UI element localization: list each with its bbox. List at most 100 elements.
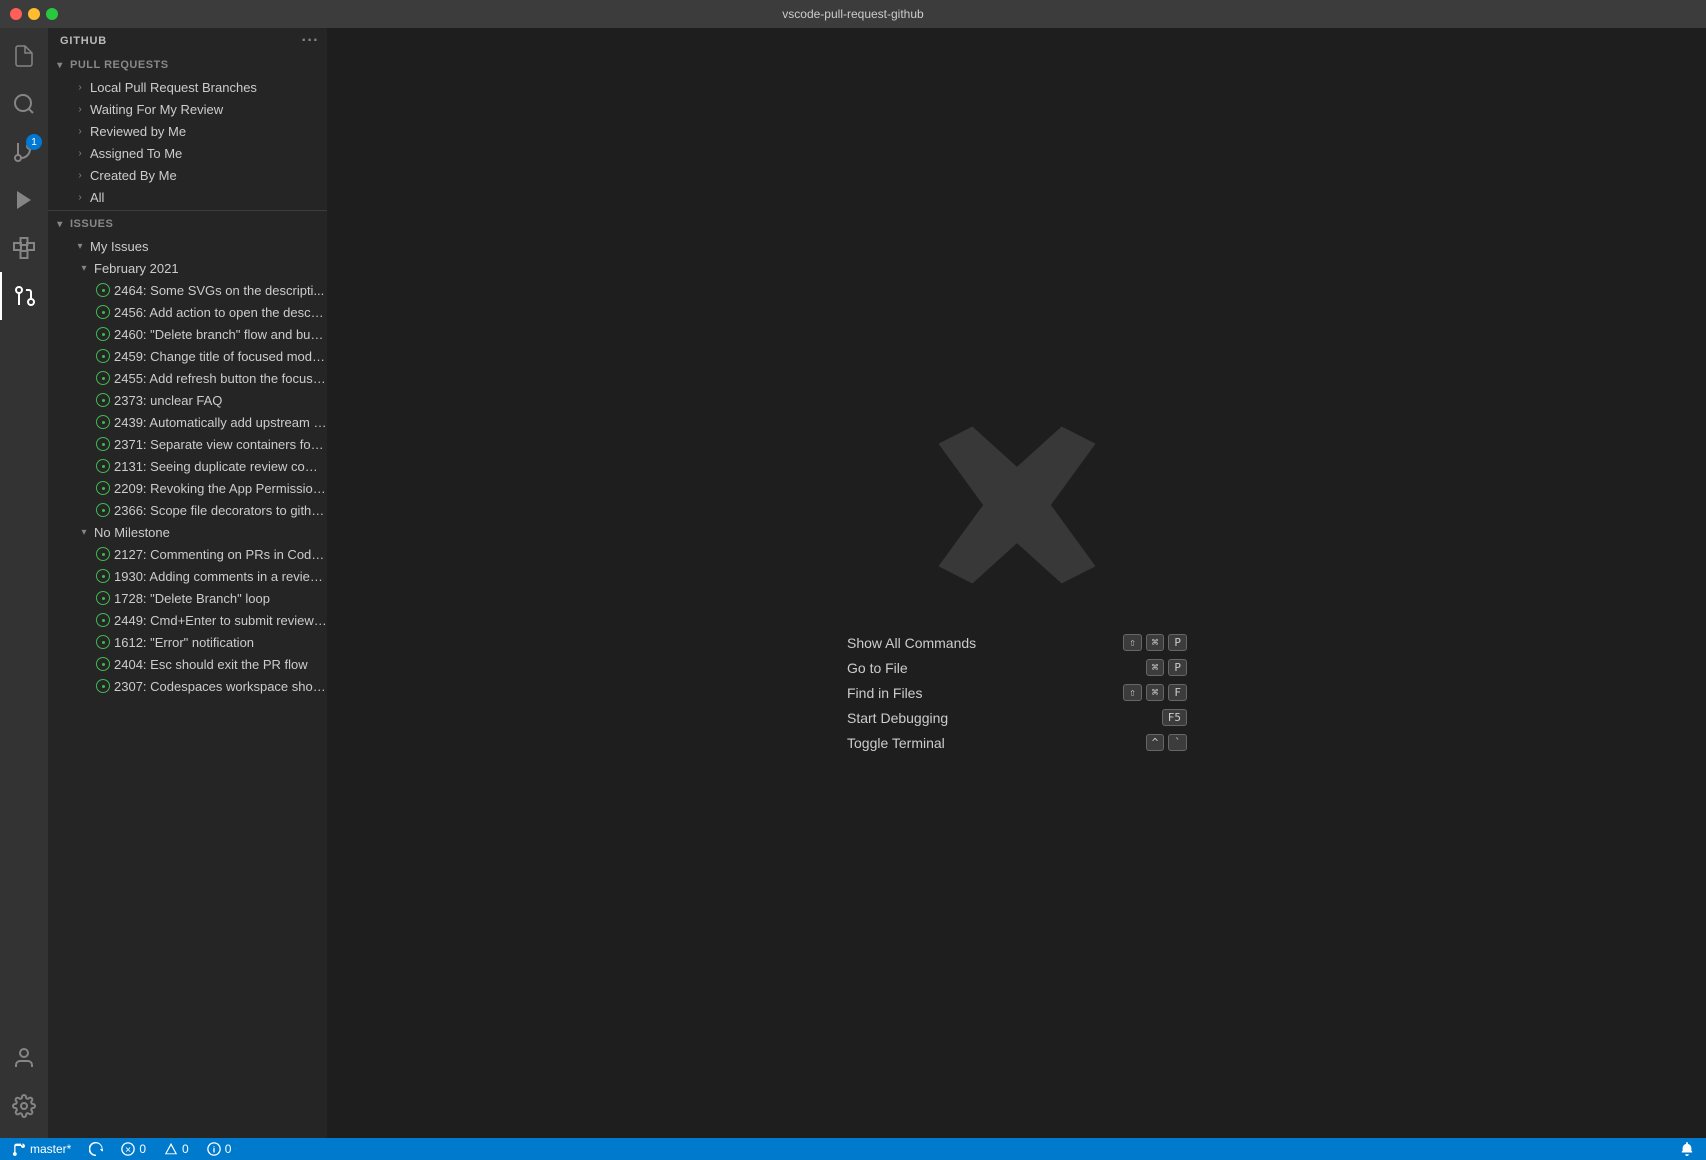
branch-icon: [12, 1142, 26, 1156]
issue-open-icon: [96, 305, 110, 319]
accounts-icon: [12, 1046, 36, 1070]
extensions-icon: [12, 236, 36, 260]
issue-2459[interactable]: 2459: Change title of focused mode vi...: [48, 345, 327, 367]
issue-open-icon: [96, 679, 110, 693]
error-count: 0: [139, 1142, 146, 1156]
issue-2404[interactable]: 2404: Esc should exit the PR flow: [48, 653, 327, 675]
more-icon[interactable]: ···: [302, 32, 319, 50]
activity-settings[interactable]: [0, 1082, 48, 1130]
chevron-down-icon: ▾: [52, 216, 68, 232]
issue-open-icon: [96, 437, 110, 451]
activity-run[interactable]: [0, 176, 48, 224]
issue-2307[interactable]: 2307: Codespaces workspace shows n...: [48, 675, 327, 697]
issue-open-icon: [96, 547, 110, 561]
issue-2449[interactable]: 2449: Cmd+Enter to submit review in f...: [48, 609, 327, 631]
issue-2131[interactable]: 2131: Seeing duplicate review commen...: [48, 455, 327, 477]
chevron-down-icon: ▾: [76, 260, 92, 276]
activity-pull-requests[interactable]: [0, 272, 48, 320]
issue-1728[interactable]: 1728: "Delete Branch" loop: [48, 587, 327, 609]
issue-open-icon: [96, 569, 110, 583]
issue-2209[interactable]: 2209: Revoking the App Permissions i...: [48, 477, 327, 499]
statusbar-warnings[interactable]: 0: [160, 1138, 193, 1160]
issues-no-milestone[interactable]: ▾ No Milestone: [48, 521, 327, 543]
pr-assigned-to-me[interactable]: › Assigned To Me: [48, 142, 327, 164]
issue-2373[interactable]: 2373: unclear FAQ: [48, 389, 327, 411]
chevron-down-icon: ▾: [76, 524, 92, 540]
issues-february-2021[interactable]: ▾ February 2021: [48, 257, 327, 279]
issue-open-icon: [96, 393, 110, 407]
activity-source-control[interactable]: 1: [0, 128, 48, 176]
vscode-logo-wrapper: [927, 415, 1107, 598]
maximize-button[interactable]: [46, 8, 58, 20]
bell-icon: [1680, 1142, 1694, 1156]
minimize-button[interactable]: [28, 8, 40, 20]
chevron-right-icon: ›: [72, 123, 88, 139]
command-go-to-file[interactable]: Go to File ⌘ P: [847, 659, 1187, 676]
command-find-in-files[interactable]: Find in Files ⇧ ⌘ F: [847, 684, 1187, 701]
svg-text:✕: ✕: [125, 1146, 132, 1155]
titlebar: vscode-pull-request-github: [0, 0, 1706, 28]
settings-icon: [12, 1094, 36, 1118]
pull-requests-header: GITHUB ···: [48, 28, 327, 54]
warning-count: 0: [182, 1142, 189, 1156]
statusbar-sync[interactable]: [85, 1138, 107, 1160]
issue-open-icon: [96, 415, 110, 429]
issue-open-icon: [96, 327, 110, 341]
window-title: vscode-pull-request-github: [782, 7, 923, 21]
command-keys-go-to-file: ⌘ P: [1146, 659, 1187, 676]
statusbar-bell[interactable]: [1676, 1138, 1698, 1160]
command-keys-terminal: ^ `: [1146, 734, 1187, 751]
info-count: 0: [225, 1142, 232, 1156]
activity-accounts[interactable]: [0, 1034, 48, 1082]
issue-2456[interactable]: 2456: Add action to open the descripti..…: [48, 301, 327, 323]
activity-explorer[interactable]: [0, 32, 48, 80]
statusbar-right: [1676, 1138, 1698, 1160]
issue-2366[interactable]: 2366: Scope file decorators to github ..…: [48, 499, 327, 521]
vscode-logo-icon: [927, 415, 1107, 595]
pr-reviewed-by-me[interactable]: › Reviewed by Me: [48, 120, 327, 142]
command-keys-debug: F5: [1162, 709, 1187, 726]
sidebar-issues-scroll[interactable]: ▾ ISSUES ▾ My Issues ▾ February 2021 246…: [48, 213, 327, 1138]
statusbar-info[interactable]: 0: [203, 1138, 236, 1160]
sidebar-divider: [48, 210, 327, 211]
command-keys-find-files: ⇧ ⌘ F: [1123, 684, 1187, 701]
command-show-all[interactable]: Show All Commands ⇧ ⌘ P: [847, 634, 1187, 651]
issue-2455[interactable]: 2455: Add refresh button the focused ...: [48, 367, 327, 389]
issue-open-icon: [96, 459, 110, 473]
statusbar: master* ✕ 0 0 0: [0, 1138, 1706, 1160]
pr-waiting-for-review[interactable]: › Waiting For My Review: [48, 98, 327, 120]
error-icon: ✕: [121, 1142, 135, 1156]
command-start-debugging[interactable]: Start Debugging F5: [847, 709, 1187, 726]
issue-1930[interactable]: 1930: Adding comments in a review sh...: [48, 565, 327, 587]
issue-open-icon: [96, 635, 110, 649]
statusbar-left: master* ✕ 0 0 0: [8, 1138, 235, 1160]
activity-bar-bottom: [0, 1034, 48, 1138]
issues-my-issues[interactable]: ▾ My Issues: [48, 235, 327, 257]
issue-2127[interactable]: 2127: Commenting on PRs in Codespa...: [48, 543, 327, 565]
pr-all[interactable]: › All: [48, 186, 327, 208]
issue-open-icon: [96, 481, 110, 495]
files-icon: [12, 44, 36, 68]
pr-local-branches[interactable]: › Local Pull Request Branches: [48, 76, 327, 98]
issue-1612[interactable]: 1612: "Error" notification: [48, 631, 327, 653]
issue-2371[interactable]: 2371: Separate view containers for PR ..…: [48, 433, 327, 455]
issues-section-label[interactable]: ▾ ISSUES: [48, 213, 327, 235]
close-button[interactable]: [10, 8, 22, 20]
issue-open-icon: [96, 657, 110, 671]
activity-extensions[interactable]: [0, 224, 48, 272]
command-keys-show-all: ⇧ ⌘ P: [1123, 634, 1187, 651]
issue-open-icon: [96, 283, 110, 297]
issue-2460[interactable]: 2460: "Delete branch" flow and button...: [48, 323, 327, 345]
issue-2439[interactable]: 2439: Automatically add upstream duri...: [48, 411, 327, 433]
statusbar-branch[interactable]: master*: [8, 1138, 75, 1160]
welcome-area: Show All Commands ⇧ ⌘ P Go to File ⌘ P F: [847, 415, 1187, 751]
issue-2464[interactable]: 2464: Some SVGs on the descripti...: [48, 279, 327, 301]
pull-requests-section-label[interactable]: ▾ PULL REQUESTS: [48, 54, 327, 76]
command-toggle-terminal[interactable]: Toggle Terminal ^ `: [847, 734, 1187, 751]
pr-created-by-me[interactable]: › Created By Me: [48, 164, 327, 186]
source-control-badge: 1: [26, 134, 42, 150]
statusbar-errors[interactable]: ✕ 0: [117, 1138, 150, 1160]
issue-open-icon: [96, 349, 110, 363]
sidebar: GITHUB ··· ▾ PULL REQUESTS › Local Pull …: [48, 28, 328, 1138]
activity-search[interactable]: [0, 80, 48, 128]
